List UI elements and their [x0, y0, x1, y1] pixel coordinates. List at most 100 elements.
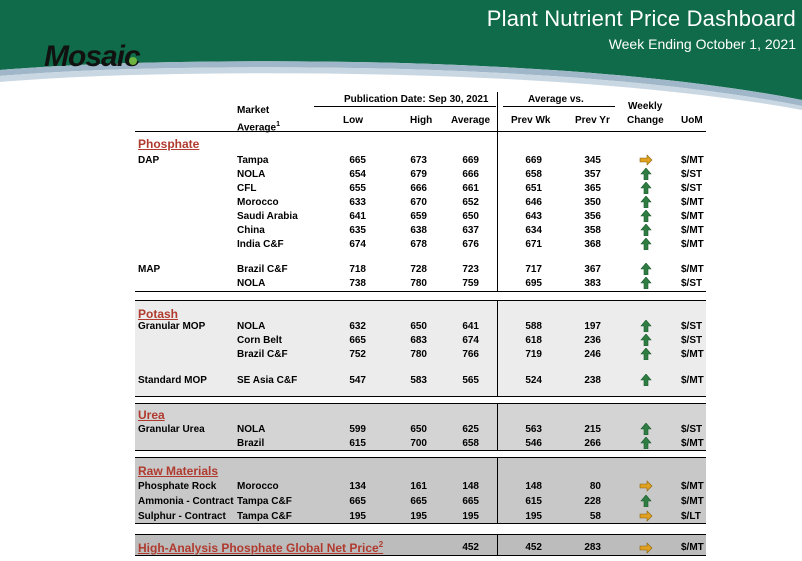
- low-cell: 718: [349, 264, 366, 275]
- net-price-prev-wk: 452: [525, 542, 542, 553]
- high-cell: 679: [410, 169, 427, 180]
- uom-cell: $/ST: [681, 278, 703, 289]
- logo-mark-icon: [129, 57, 137, 65]
- product-cell: Granular MOP: [138, 321, 206, 332]
- low-cell: 632: [349, 321, 366, 332]
- high-cell: 728: [410, 264, 427, 275]
- average-cell: 652: [462, 197, 479, 208]
- urea-top-rule: [135, 403, 706, 404]
- average-cell: 658: [462, 438, 479, 449]
- prev-yr-cell: 383: [584, 278, 601, 289]
- raw-top-rule: [135, 457, 706, 458]
- arrow-up-icon: [640, 224, 652, 236]
- arrow-up-icon: [640, 238, 652, 250]
- high-cell: 683: [410, 335, 427, 346]
- net-price-average: 452: [462, 542, 479, 553]
- product-cell: Granular Urea: [138, 424, 205, 435]
- high-cell: 780: [410, 278, 427, 289]
- uom-header: UoM: [681, 115, 703, 126]
- prev-yr-cell: 238: [584, 375, 601, 386]
- arrow-up-icon: [640, 277, 652, 289]
- low-cell: 738: [349, 278, 366, 289]
- arrow-up-icon: [640, 495, 652, 507]
- average-cell: 766: [462, 349, 479, 360]
- prev-wk-cell: 148: [525, 481, 542, 492]
- prev-yr-cell: 228: [584, 496, 601, 507]
- prev-yr-header: Prev Yr: [575, 115, 610, 126]
- arrow-up-icon: [640, 423, 652, 435]
- high-cell: 659: [410, 211, 427, 222]
- prev-yr-cell: 356: [584, 211, 601, 222]
- publication-date-header: Publication Date: Sep 30, 2021: [344, 94, 489, 105]
- low-cell: 654: [349, 169, 366, 180]
- uom-cell: $/MT: [681, 438, 704, 449]
- market-cell: Tampa: [237, 155, 269, 166]
- divider-urea: [497, 403, 498, 450]
- arrow-up-icon: [640, 374, 652, 386]
- prev-yr-cell: 350: [584, 197, 601, 208]
- prev-yr-cell: 215: [584, 424, 601, 435]
- page-title: Plant Nutrient Price Dashboard: [486, 6, 796, 31]
- uom-cell: $/MT: [681, 197, 704, 208]
- product-cell: DAP: [138, 155, 160, 166]
- market-cell: China: [237, 225, 265, 236]
- high-cell: 678: [410, 239, 427, 250]
- phosphate-bottom-rule: [135, 291, 706, 292]
- low-cell: 195: [349, 511, 366, 522]
- arrow-up-icon: [640, 263, 652, 275]
- market-cell: NOLA: [237, 424, 266, 435]
- high-cell: 195: [410, 511, 427, 522]
- prev-wk-cell: 643: [525, 211, 542, 222]
- average-cell: 669: [462, 155, 479, 166]
- high-cell: 700: [410, 438, 427, 449]
- average-vs-rule: [503, 106, 615, 107]
- prev-yr-cell: 197: [584, 321, 601, 332]
- arrow-up-icon: [640, 320, 652, 332]
- potash-bottom-rule: [135, 396, 706, 397]
- prev-wk-cell: 634: [525, 225, 542, 236]
- product-cell: Sulphur - Contract: [138, 511, 226, 522]
- prev-wk-cell: 563: [525, 424, 542, 435]
- high-cell: 650: [410, 321, 427, 332]
- prev-wk-cell: 546: [525, 438, 542, 449]
- average-cell: 650: [462, 211, 479, 222]
- average-cell: 674: [462, 335, 479, 346]
- low-cell: 665: [349, 335, 366, 346]
- market-cell: Corn Belt: [237, 335, 282, 346]
- uom-cell: $/ST: [681, 321, 703, 332]
- market-cell: NOLA: [237, 321, 266, 332]
- market-header: Market: [237, 105, 270, 116]
- net-price-label: High-Analysis Phosphate Global Net Price…: [138, 540, 384, 555]
- average-cell: 625: [462, 424, 479, 435]
- arrow-up-icon: [640, 196, 652, 208]
- arrow-up-icon: [640, 182, 652, 194]
- market-cell: NOLA: [237, 278, 266, 289]
- average-cell: 565: [462, 375, 479, 386]
- uom-cell: $/MT: [681, 211, 704, 222]
- uom-cell: $/MT: [681, 375, 704, 386]
- product-cell: Standard MOP: [138, 375, 207, 386]
- mosaic-logo: Mosaic: [44, 40, 141, 73]
- net-top-rule: [135, 534, 706, 535]
- market-cell: Saudi Arabia: [237, 211, 298, 222]
- low-cell: 547: [349, 375, 366, 386]
- average-cell: 723: [462, 264, 479, 275]
- low-cell: 615: [349, 438, 366, 449]
- average-cell: 195: [462, 511, 479, 522]
- prev-wk-cell: 588: [525, 321, 542, 332]
- divider-net: [497, 534, 498, 555]
- arrow-right-icon: [639, 510, 653, 522]
- low-cell: 665: [349, 496, 366, 507]
- arrow-up-icon: [640, 210, 652, 222]
- low-cell: 665: [349, 155, 366, 166]
- section-title-urea: Urea: [138, 408, 165, 422]
- product-cell: Ammonia - Contract: [138, 496, 234, 507]
- market-cell: Morocco: [237, 481, 279, 492]
- potash-top-rule: [135, 300, 706, 301]
- market-cell: India C&F: [237, 239, 284, 250]
- uom-cell: $/MT: [681, 496, 704, 507]
- prev-wk-cell: 717: [525, 264, 542, 275]
- uom-cell: $/MT: [681, 349, 704, 360]
- product-cell: Phosphate Rock: [138, 481, 217, 492]
- low-cell: 134: [349, 481, 366, 492]
